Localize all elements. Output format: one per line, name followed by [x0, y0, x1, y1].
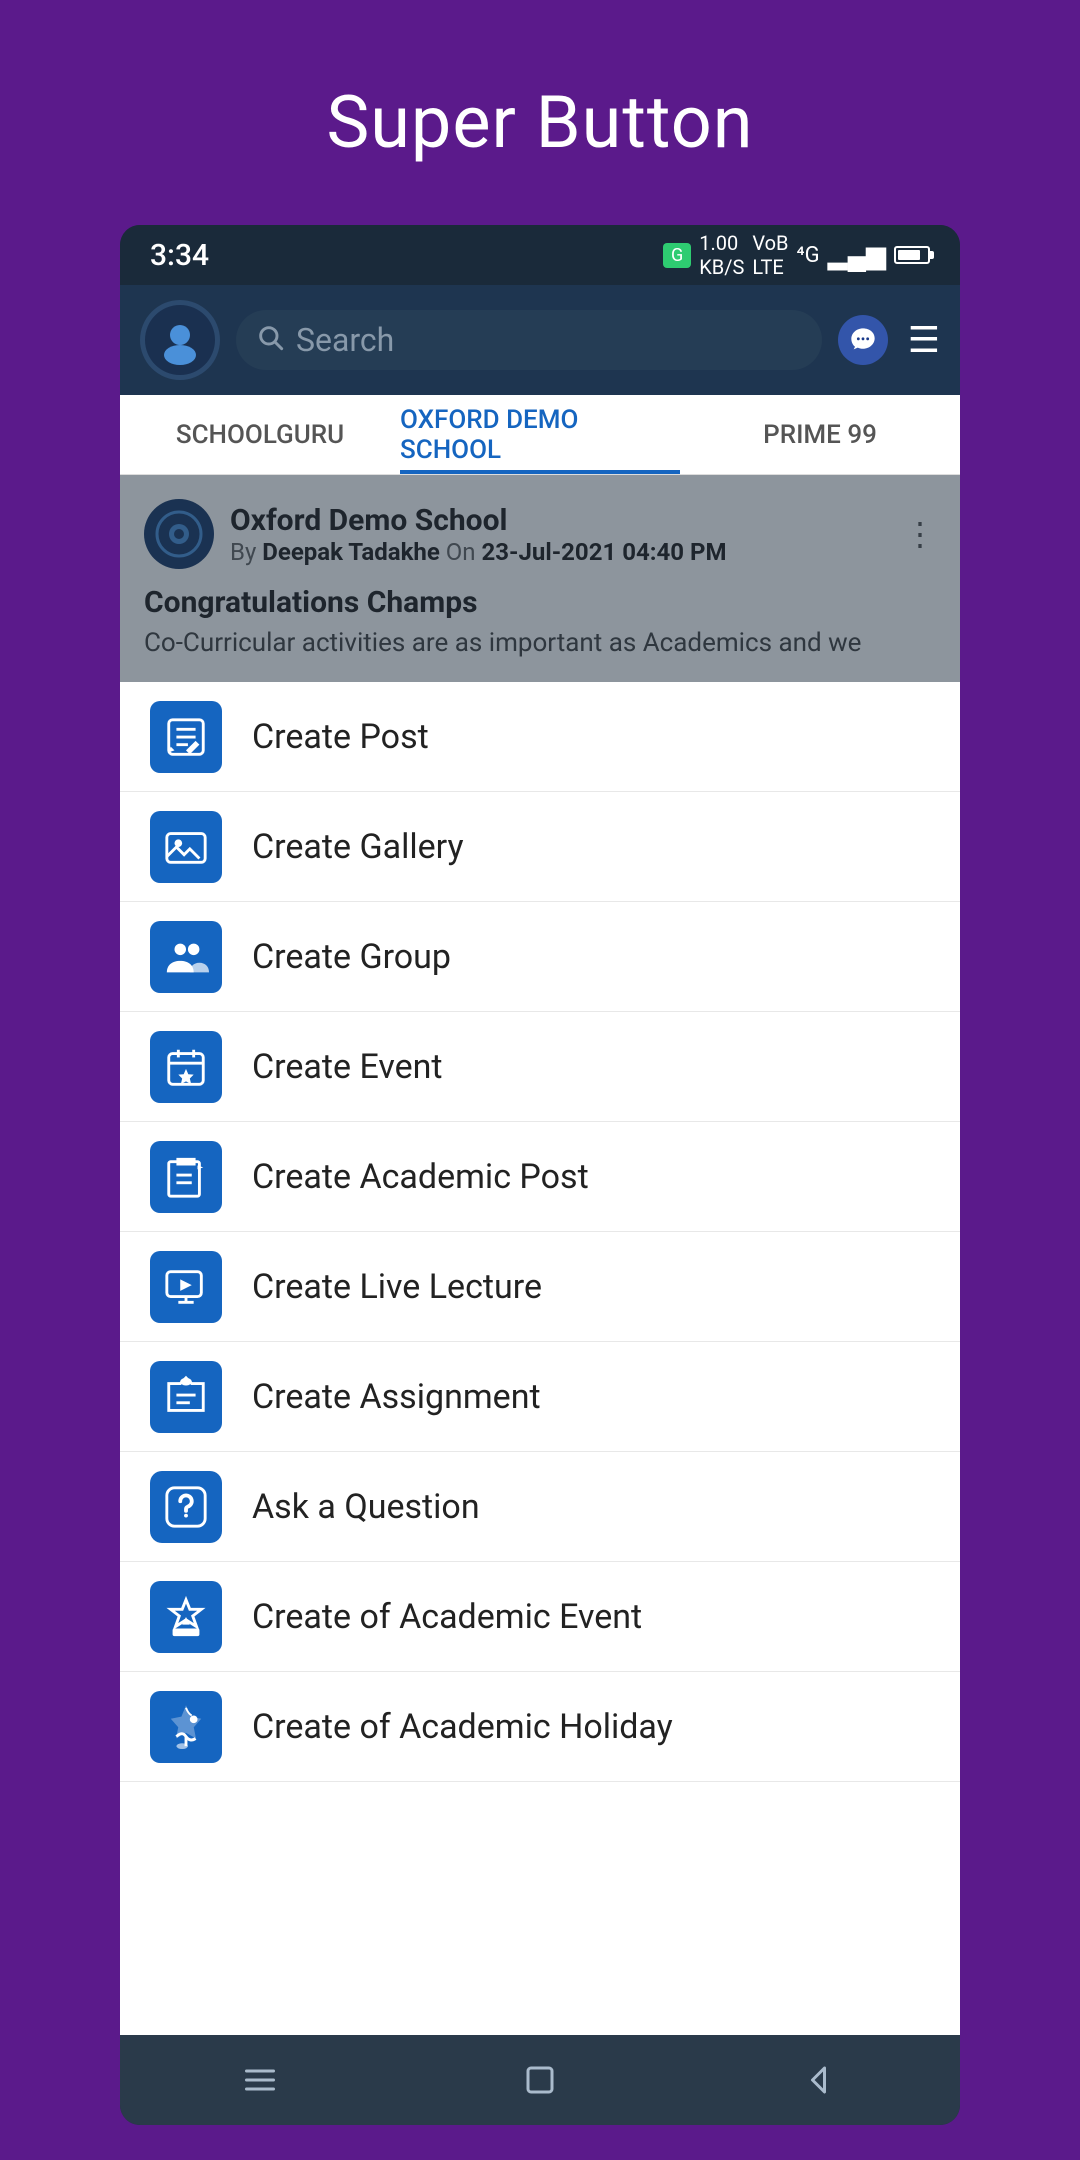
academic-holiday-icon [150, 1691, 222, 1763]
nav-home-button[interactable] [522, 2062, 558, 2098]
status-bar: 3:34 G 1.00KB/S VoBLTE ⁴G ▂▄▆ [120, 225, 960, 285]
status-badge: G [663, 243, 691, 268]
menu-item-create-academic-post[interactable]: Create Academic Post [120, 1122, 960, 1232]
group-icon [150, 921, 222, 993]
live-lecture-icon [150, 1251, 222, 1323]
tabs-bar: SCHOOLGURU OXFORD DEMO SCHOOL PRIME 99 [120, 395, 960, 475]
header: Search ☰ [120, 285, 960, 395]
avatar-image [145, 305, 215, 375]
assignment-icon [150, 1361, 222, 1433]
hamburger-icon[interactable]: ☰ [908, 319, 940, 361]
menu-item-create-gallery[interactable]: Create Gallery [120, 792, 960, 902]
post-icon [150, 701, 222, 773]
page-title: Super Button [326, 80, 753, 165]
school-logo [144, 499, 214, 569]
search-bar[interactable]: Search [236, 310, 822, 370]
search-icon [256, 323, 284, 358]
status-time: 3:34 [150, 238, 209, 273]
tab-oxford-demo-school[interactable]: OXFORD DEMO SCHOOL [400, 395, 680, 474]
nav-back-button[interactable] [802, 2062, 838, 2098]
event-icon [150, 1031, 222, 1103]
menu-item-create-assignment[interactable]: Create Assignment [120, 1342, 960, 1452]
post-meta: Oxford Demo School By Deepak Tadakhe On … [230, 503, 888, 566]
tab-schoolguru[interactable]: SCHOOLGURU [120, 395, 400, 474]
menu-label-create-live-lecture: Create Live Lecture [252, 1267, 542, 1307]
status-icons: G 1.00KB/S VoBLTE ⁴G ▂▄▆ [663, 231, 930, 279]
nav-menu-button[interactable] [242, 2062, 278, 2098]
nav-bar [120, 2035, 960, 2125]
network-type: ⁴G [797, 243, 820, 268]
gallery-icon [150, 811, 222, 883]
phone-frame: 3:34 G 1.00KB/S VoBLTE ⁴G ▂▄▆ [120, 225, 960, 2125]
post-datetime: 23-Jul-2021 04:40 PM [482, 538, 727, 566]
menu-label-create-post: Create Post [252, 717, 429, 757]
post-body: Co-Curricular activities are as importan… [144, 628, 936, 658]
menu-label-create-academic-event: Create of Academic Event [252, 1597, 642, 1637]
question-icon [150, 1471, 222, 1543]
menu-item-create-event[interactable]: Create Event [120, 1012, 960, 1122]
post-author: Deepak Tadakhe [262, 538, 440, 566]
menu-item-create-academic-holiday[interactable]: Create of Academic Holiday [120, 1672, 960, 1782]
chat-icon[interactable] [838, 315, 888, 365]
search-text: Search [296, 321, 394, 359]
menu-label-create-gallery: Create Gallery [252, 827, 464, 867]
post-date: By Deepak Tadakhe On 23-Jul-2021 04:40 P… [230, 538, 888, 566]
menu-label-create-assignment: Create Assignment [252, 1377, 541, 1417]
tab-prime99[interactable]: PRIME 99 [680, 395, 960, 474]
network-speed: 1.00KB/S [699, 231, 744, 279]
menu-list: Create Post Create Gallery [120, 682, 960, 2035]
menu-label-create-academic-holiday: Create of Academic Holiday [252, 1707, 673, 1747]
menu-item-ask-question[interactable]: Ask a Question [120, 1452, 960, 1562]
post-school-name: Oxford Demo School [230, 503, 888, 538]
menu-item-create-post[interactable]: Create Post [120, 682, 960, 792]
avatar[interactable] [140, 300, 220, 380]
post-title: Congratulations Champs [144, 585, 936, 620]
battery-icon [894, 246, 930, 264]
post-preview: Oxford Demo School By Deepak Tadakhe On … [120, 475, 960, 682]
academic-event-icon [150, 1581, 222, 1653]
menu-label-ask-question: Ask a Question [252, 1487, 480, 1527]
volte-icon: VoBLTE [752, 231, 788, 279]
post-options-button[interactable]: ⋮ [904, 515, 936, 553]
signal-bars-icon: ▂▄▆ [828, 240, 886, 271]
menu-label-create-event: Create Event [252, 1047, 443, 1087]
menu-item-create-group[interactable]: Create Group [120, 902, 960, 1012]
menu-label-create-group: Create Group [252, 937, 451, 977]
menu-label-create-academic-post: Create Academic Post [252, 1157, 589, 1197]
menu-item-create-academic-event[interactable]: Create of Academic Event [120, 1562, 960, 1672]
academic-post-icon [150, 1141, 222, 1213]
menu-item-create-live-lecture[interactable]: Create Live Lecture [120, 1232, 960, 1342]
header-icons: ☰ [838, 315, 940, 365]
